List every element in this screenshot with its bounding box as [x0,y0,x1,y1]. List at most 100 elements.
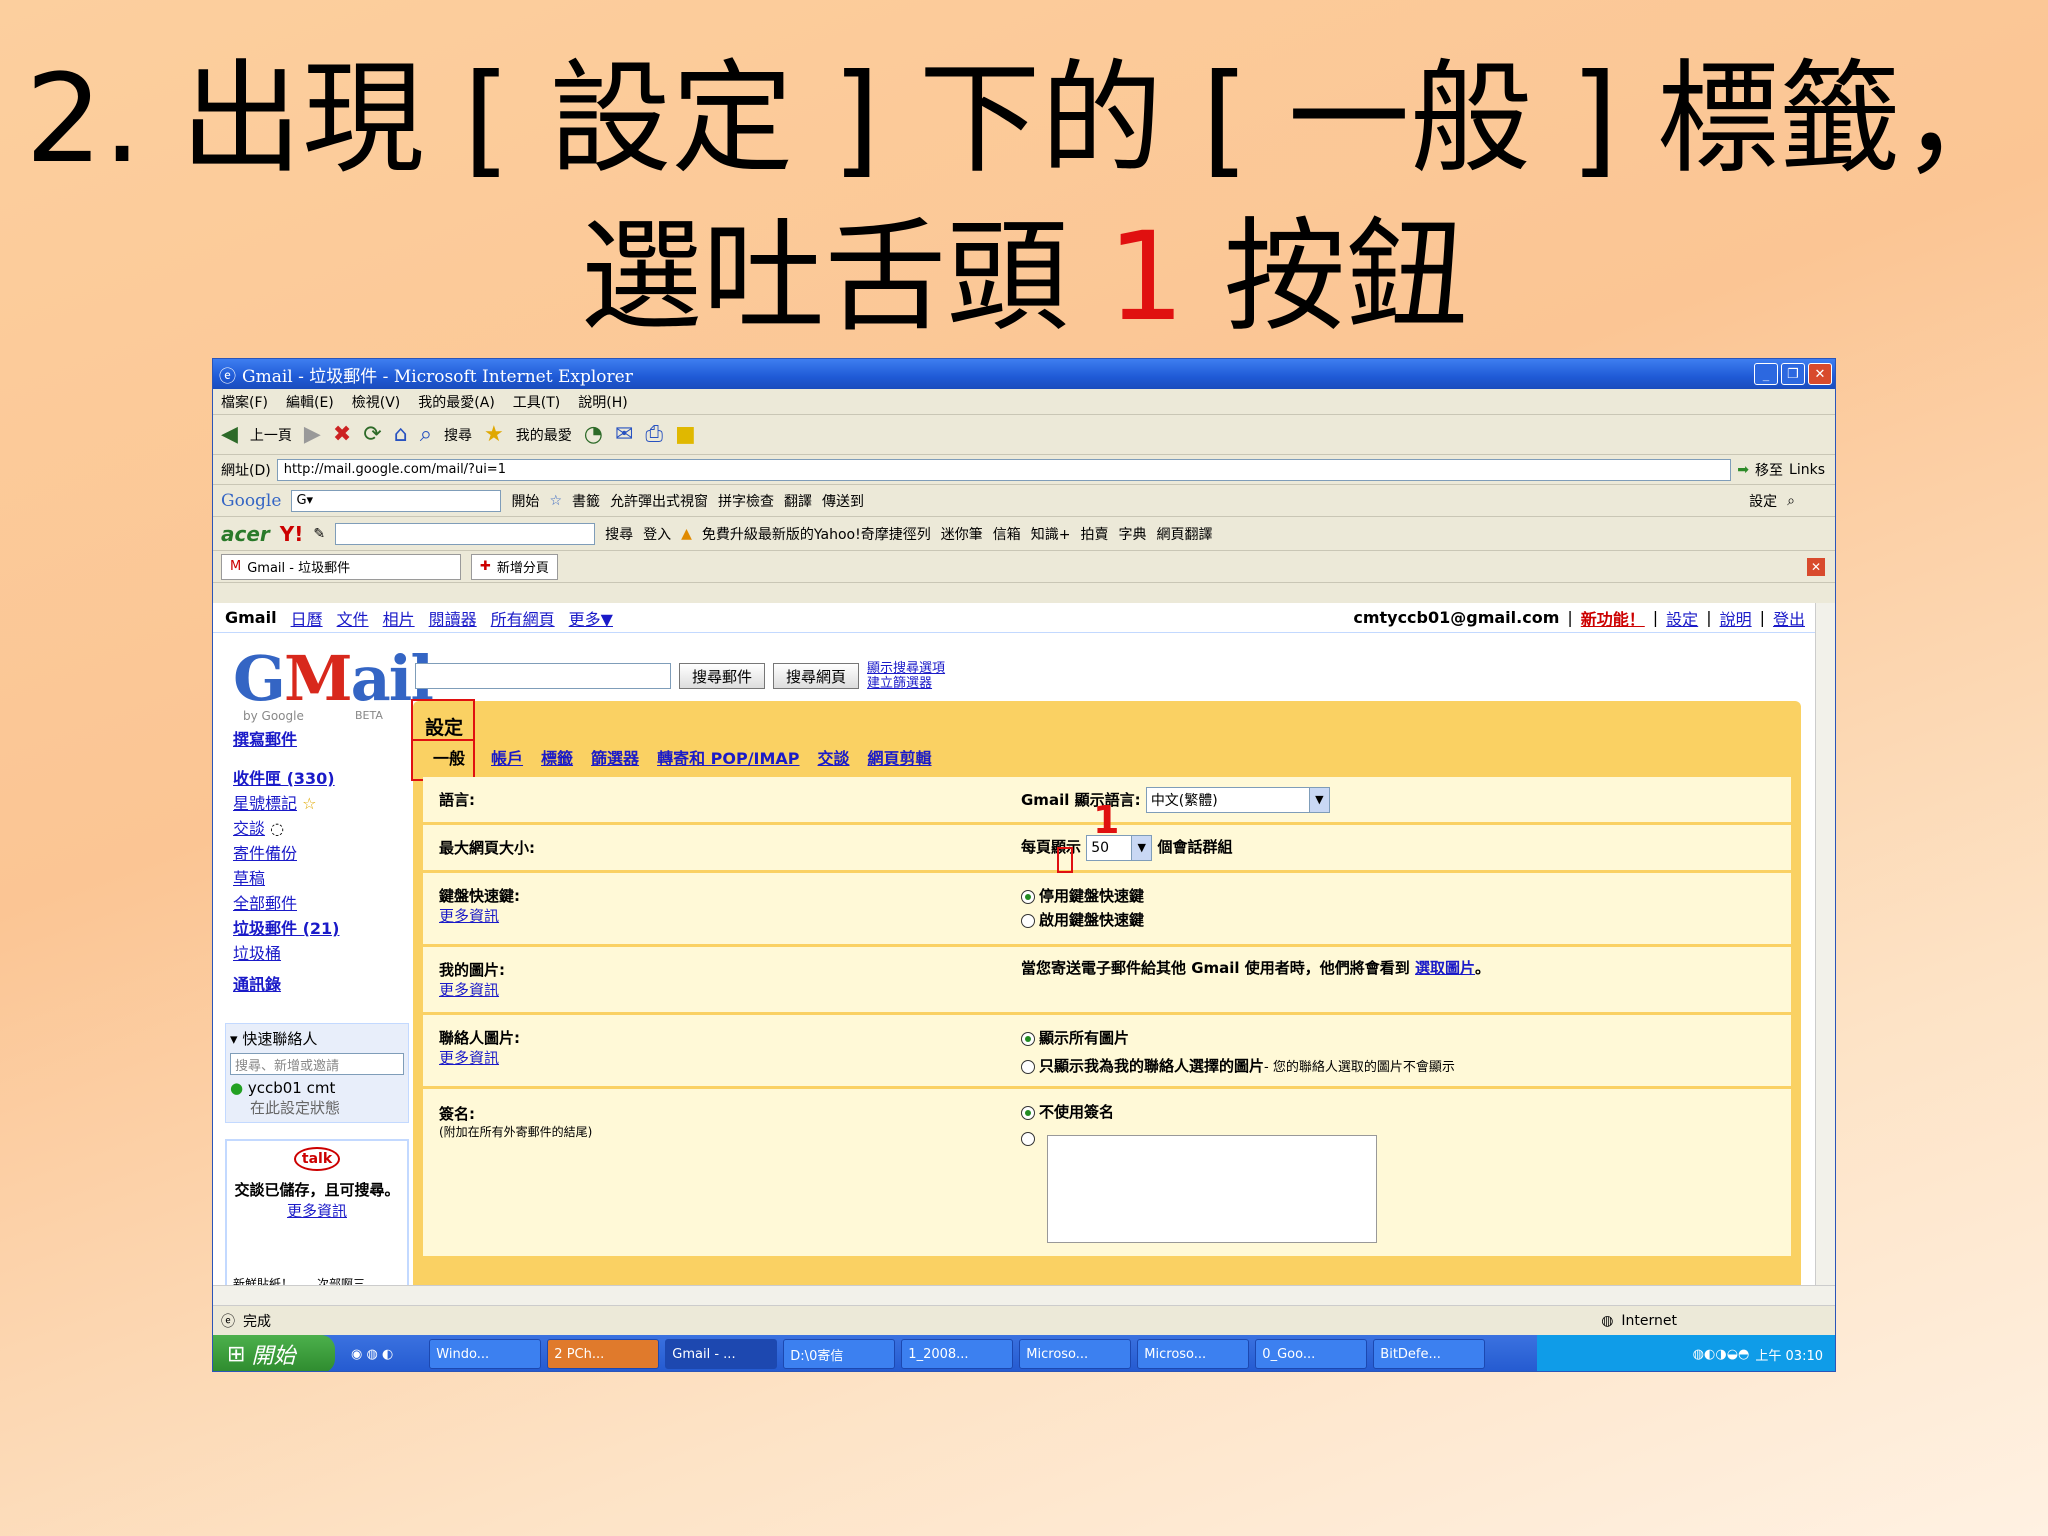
star-icon[interactable]: ★ [484,422,504,447]
radio-sig-custom[interactable] [1021,1131,1035,1146]
address-input[interactable]: http://mail.google.com/mail/?ui=1 [276,458,1732,481]
tab-labels[interactable]: 標籤 [541,745,573,769]
tab-chat[interactable]: 交談 [818,745,850,769]
go-arrow-icon[interactable]: ➡ [1737,462,1749,478]
tab-web-clips[interactable]: 網頁剪輯 [868,745,932,769]
tab-filters[interactable]: 篩選器 [591,745,639,769]
nav-photos[interactable]: 相片 [383,606,415,630]
tab-accounts[interactable]: 帳戶 [491,745,523,769]
tray-icons[interactable]: ◍◐◑◒◓ [1693,1347,1750,1362]
keyboard-on-option[interactable]: 啟用鍵盤快速鍵 [1021,909,1144,930]
yahoo-logo[interactable]: Y! [280,522,304,546]
menu-edit[interactable]: 編輯(E) [286,392,334,412]
quick-contacts-header[interactable]: ▾ 快速聯絡人 [230,1028,404,1049]
home-icon[interactable]: ⌂ [394,422,408,447]
sidebar-item-spam[interactable]: 垃圾郵件 (21) [233,916,413,941]
close-button[interactable]: ✕ [1808,363,1832,385]
menu-file[interactable]: 檔案(F) [221,392,268,412]
task-item[interactable]: Microso... [1137,1339,1250,1369]
radio-keys-on[interactable] [1021,913,1035,928]
radio-pics-all[interactable] [1021,1031,1035,1046]
nav-more[interactable]: 更多▼ [569,606,613,630]
search-icon[interactable]: ⌕ [1787,493,1795,509]
go-button[interactable]: 移至 [1755,460,1783,480]
contact-entry[interactable]: ● yccb01 cmt [230,1079,404,1097]
forward-arrow-icon[interactable]: ▶ [304,422,321,447]
menu-favorites[interactable]: 我的最愛(A) [418,392,495,412]
browser-tab-gmail[interactable]: M Gmail - 垃圾郵件 [221,553,461,580]
search-mail-button[interactable]: 搜尋郵件 [679,663,766,689]
links-button[interactable]: Links [1789,462,1825,478]
sidebar-item-sent[interactable]: 寄件備份 [233,841,413,866]
task-item[interactable]: 0_Goo... [1255,1339,1368,1369]
start-button[interactable]: ⊞ 開始 [213,1335,335,1371]
sidebar-item-starred[interactable]: 星號標記 [233,794,297,813]
back-button[interactable]: 上一頁 [250,425,292,445]
task-item[interactable]: Microso... [1019,1339,1132,1369]
contact-pictures-all-option[interactable]: 顯示所有圖片 [1021,1027,1129,1048]
task-item[interactable]: 1_2008... [901,1339,1014,1369]
bookmarks-button[interactable]: 書籤 [572,491,600,511]
contact-status[interactable]: 在此設定狀態 [230,1097,404,1118]
sidebar-item-inbox[interactable]: 收件匣 (330) [233,766,413,791]
sidebar-item-chats[interactable]: 交談 [233,819,265,838]
sidebar-item-trash[interactable]: 垃圾桶 [233,941,413,966]
signature-custom-option[interactable] [1021,1129,1039,1147]
nav-docs[interactable]: 文件 [337,606,369,630]
minipen-button[interactable]: 迷你筆 [941,524,983,544]
nav-web[interactable]: 所有網頁 [491,606,555,630]
print-icon[interactable]: ⎙ [645,422,663,447]
stop-icon[interactable]: ✖ [333,422,351,447]
menu-view[interactable]: 檢視(V) [352,392,401,412]
contact-pictures-mine-option[interactable]: 只顯示我為我的聯絡人選擇的圖片- 您的聯絡人選取的圖片不會顯示 [1021,1055,1455,1076]
close-tab-icon[interactable]: ✕ [1807,557,1825,576]
yahoo-login-button[interactable]: 登入 [643,524,671,544]
select-picture-link[interactable]: 選取圖片 [1415,959,1475,977]
popups-button[interactable]: 允許彈出式視窗 [610,491,708,511]
refresh-icon[interactable]: ⟳ [363,422,381,447]
upgrade-link[interactable]: 免費升級最新版的Yahoo!奇摩捷徑列 [702,524,931,544]
task-item[interactable]: Windo... [429,1339,542,1369]
nav-calendar[interactable]: 日曆 [291,606,323,630]
radio-pics-mine[interactable] [1021,1059,1035,1074]
yahoo-search-button[interactable]: 搜尋 [605,524,633,544]
search-icon[interactable]: ⌕ [420,422,432,447]
back-arrow-icon[interactable]: ◀ [221,422,238,447]
history-icon[interactable]: ◔ [584,422,603,447]
keyboard-more-link[interactable]: 更多資訊 [439,905,499,926]
task-item[interactable]: D:\0寄信 [783,1339,896,1369]
horizontal-scrollbar[interactable] [213,1285,1835,1305]
task-item[interactable]: 2 PCh... [547,1339,660,1369]
note-icon[interactable]: ■ [675,422,696,447]
yahoo-search-input[interactable] [335,522,596,545]
new-features-link[interactable]: 新功能！ [1581,606,1645,630]
gmail-search-input[interactable] [415,663,671,689]
menu-help[interactable]: 說明(H) [578,392,627,412]
logout-link[interactable]: 登出 [1773,606,1805,630]
google-search-input[interactable]: G▾ [291,489,502,512]
favorites-button[interactable]: 我的最愛 [516,425,572,445]
quick-contacts-search[interactable]: 搜尋、新增或邀請 [230,1053,404,1075]
dictionary-button[interactable]: 字典 [1118,524,1146,544]
keyboard-off-option[interactable]: 停用鍵盤快速鍵 [1021,885,1144,906]
settings-link[interactable]: 設定 [1666,606,1698,630]
signature-textarea[interactable] [1047,1135,1377,1243]
translate-button[interactable]: 翻譯 [784,491,812,511]
help-link[interactable]: 說明 [1720,606,1752,630]
knowledge-button[interactable]: 知識+ [1031,524,1071,544]
quicklaunch-icon[interactable]: ◉ ◍ ◐ [351,1347,393,1362]
my-picture-more-link[interactable]: 更多資訊 [439,979,499,1000]
task-item[interactable]: BitDefe... [1373,1339,1486,1369]
vertical-scrollbar[interactable] [1815,603,1835,1285]
minimize-button[interactable]: _ [1754,363,1778,385]
show-search-options-link[interactable]: 顯示搜尋選項 [867,661,945,676]
send-to-button[interactable]: 傳送到 [822,491,864,511]
pencil-icon[interactable]: ✎ [313,526,325,542]
task-item[interactable]: Gmail - ... [665,1339,778,1369]
gmail-logo[interactable]: GMail [233,647,434,711]
tab-forwarding[interactable]: 轉寄和 POP/IMAP [657,745,799,769]
sidebar-item-all-mail[interactable]: 全部郵件 [233,891,413,916]
radio-sig-none[interactable] [1021,1105,1035,1120]
search-button[interactable]: 搜尋 [444,425,472,445]
nav-reader[interactable]: 閱讀器 [429,606,477,630]
